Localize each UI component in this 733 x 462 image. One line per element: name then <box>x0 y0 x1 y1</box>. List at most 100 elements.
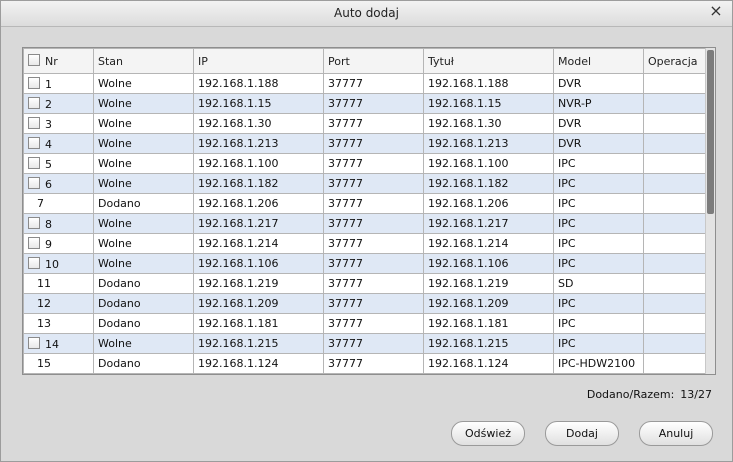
cell-ip: 192.168.1.217 <box>193 213 324 234</box>
cell-stan: Wolne <box>93 133 194 154</box>
row-checkbox[interactable] <box>28 336 40 349</box>
table-row[interactable]: 8 Wolne 192.168.1.217 37777 192.168.1.217 IPC <box>23 213 706 234</box>
table-row[interactable]: 2 Wolne 192.168.1.15 37777 192.168.1.15 NVR-P <box>23 93 706 114</box>
cell-model: SD <box>553 273 644 294</box>
header-tytul[interactable]: Tytuł <box>423 48 554 74</box>
cell-stan: Dodano <box>93 293 194 314</box>
cell-operacja[interactable] <box>643 153 706 174</box>
added-total-summary: Dodano/Razem: 13/27 <box>587 388 712 401</box>
cell-nr: 7 <box>23 193 94 214</box>
cell-nr: 1 <box>23 73 94 94</box>
cell-tytul: 192.168.1.215 <box>423 333 554 354</box>
row-checkbox[interactable] <box>28 176 40 189</box>
table-row[interactable]: 15 Dodano 192.168.1.124 37777 192.168.1.124 I… <box>23 353 706 374</box>
cell-ip: 192.168.1.30 <box>193 113 324 134</box>
cell-operacja[interactable] <box>643 233 706 254</box>
row-checkbox[interactable] <box>28 256 40 269</box>
header-stan[interactable]: Stan <box>93 48 194 74</box>
cell-tytul: 192.168.1.219 <box>423 273 554 294</box>
header-ip[interactable]: IP <box>193 48 324 74</box>
cell-nr: 12 <box>23 293 94 314</box>
table-row[interactable]: 1 Wolne 192.168.1.188 37777 192.168.1.188 DVR <box>23 73 706 94</box>
row-checkbox[interactable] <box>28 216 40 229</box>
cell-ip: 192.168.1.182 <box>193 173 324 194</box>
cell-nr-label: 7 <box>37 197 44 210</box>
cell-stan: Wolne <box>93 333 194 354</box>
table-row[interactable]: 4 Wolne 192.168.1.213 37777 192.168.1.213 DVR <box>23 133 706 154</box>
header-port[interactable]: Port <box>323 48 424 74</box>
table-row[interactable]: 13 Dodano 192.168.1.181 37777 192.168.1.181 I… <box>23 313 706 334</box>
cell-ip: 192.168.1.181 <box>193 313 324 334</box>
cell-nr-label: 12 <box>37 297 51 310</box>
row-checkbox[interactable] <box>28 76 40 89</box>
cell-operacja[interactable] <box>643 333 706 354</box>
row-checkbox[interactable] <box>28 116 40 129</box>
cell-model: DVR <box>553 133 644 154</box>
cell-ip: 192.168.1.214 <box>193 233 324 254</box>
cell-stan: Dodano <box>93 193 194 214</box>
cell-model: IPC <box>553 333 644 354</box>
select-all-checkbox[interactable] <box>28 54 40 66</box>
cell-nr-label: 8 <box>45 217 52 231</box>
table-row[interactable]: 9 Wolne 192.168.1.214 37777 192.168.1.214 IPC <box>23 233 706 254</box>
device-table: Nr Stan IP Port Tytuł Model Operacja 1 Wo… <box>23 48 706 374</box>
cell-stan: Dodano <box>93 313 194 334</box>
cell-model: IPC <box>553 253 644 274</box>
header-nr-label: Nr <box>45 55 58 68</box>
dialog-title: Auto dodaj <box>334 6 399 20</box>
table-row[interactable]: 6 Wolne 192.168.1.182 37777 192.168.1.182 IPC <box>23 173 706 194</box>
cell-operacja[interactable] <box>643 273 706 294</box>
table-row[interactable]: 10 Wolne 192.168.1.106 37777 192.168.1.106 IP… <box>23 253 706 274</box>
row-checkbox[interactable] <box>28 136 40 149</box>
cell-operacja[interactable] <box>643 173 706 194</box>
vertical-scrollbar[interactable] <box>705 48 715 374</box>
cell-nr: 9 <box>23 233 94 254</box>
table-row[interactable]: 3 Wolne 192.168.1.30 37777 192.168.1.30 DVR <box>23 113 706 134</box>
cell-operacja[interactable] <box>643 313 706 334</box>
cell-operacja[interactable] <box>643 93 706 114</box>
cell-tytul: 192.168.1.209 <box>423 293 554 314</box>
close-icon[interactable]: × <box>708 2 724 20</box>
cell-operacja[interactable] <box>643 293 706 314</box>
cell-model: IPC-HDW2100 <box>553 353 644 374</box>
row-checkbox[interactable] <box>28 96 40 109</box>
cell-nr: 15 <box>23 353 94 374</box>
table-row[interactable]: 7 Dodano 192.168.1.206 37777 192.168.1.206 IP… <box>23 193 706 214</box>
table-row[interactable]: 5 Wolne 192.168.1.100 37777 192.168.1.100 IPC <box>23 153 706 174</box>
row-checkbox[interactable] <box>28 156 40 169</box>
cell-ip: 192.168.1.209 <box>193 293 324 314</box>
cell-stan: Wolne <box>93 93 194 114</box>
cell-operacja[interactable] <box>643 133 706 154</box>
cell-operacja[interactable] <box>643 193 706 214</box>
cell-model: IPC <box>553 153 644 174</box>
header-model[interactable]: Model <box>553 48 644 74</box>
cell-operacja[interactable] <box>643 353 706 374</box>
add-button[interactable]: Dodaj <box>545 421 619 446</box>
cell-port: 37777 <box>323 233 424 254</box>
title-bar[interactable]: Auto dodaj × <box>1 1 732 27</box>
cell-operacja[interactable] <box>643 73 706 94</box>
cell-stan: Wolne <box>93 153 194 174</box>
cell-port: 37777 <box>323 353 424 374</box>
cell-stan: Wolne <box>93 253 194 274</box>
header-operacja[interactable]: Operacja <box>643 48 706 74</box>
cancel-button[interactable]: Anuluj <box>639 421 713 446</box>
table-row[interactable]: 11 Dodano 192.168.1.219 37777 192.168.1.219 S… <box>23 273 706 294</box>
summary-value: 13/27 <box>680 388 712 401</box>
cell-nr-label: 9 <box>45 237 52 251</box>
cell-operacja[interactable] <box>643 253 706 274</box>
table-row[interactable]: 14 Wolne 192.168.1.215 37777 192.168.1.215 IP… <box>23 333 706 354</box>
cell-nr-label: 10 <box>45 257 59 271</box>
cell-stan: Dodano <box>93 353 194 374</box>
cell-operacja[interactable] <box>643 213 706 234</box>
row-checkbox[interactable] <box>28 236 40 249</box>
cell-operacja[interactable] <box>643 113 706 134</box>
cell-model: DVR <box>553 113 644 134</box>
table-row[interactable]: 12 Dodano 192.168.1.209 37777 192.168.1.209 I… <box>23 293 706 314</box>
cell-model: IPC <box>553 213 644 234</box>
scrollbar-thumb[interactable] <box>707 50 714 214</box>
cell-nr: 3 <box>23 113 94 134</box>
cell-port: 37777 <box>323 293 424 314</box>
cell-ip: 192.168.1.219 <box>193 273 324 294</box>
refresh-button[interactable]: Odśwież <box>451 421 525 446</box>
